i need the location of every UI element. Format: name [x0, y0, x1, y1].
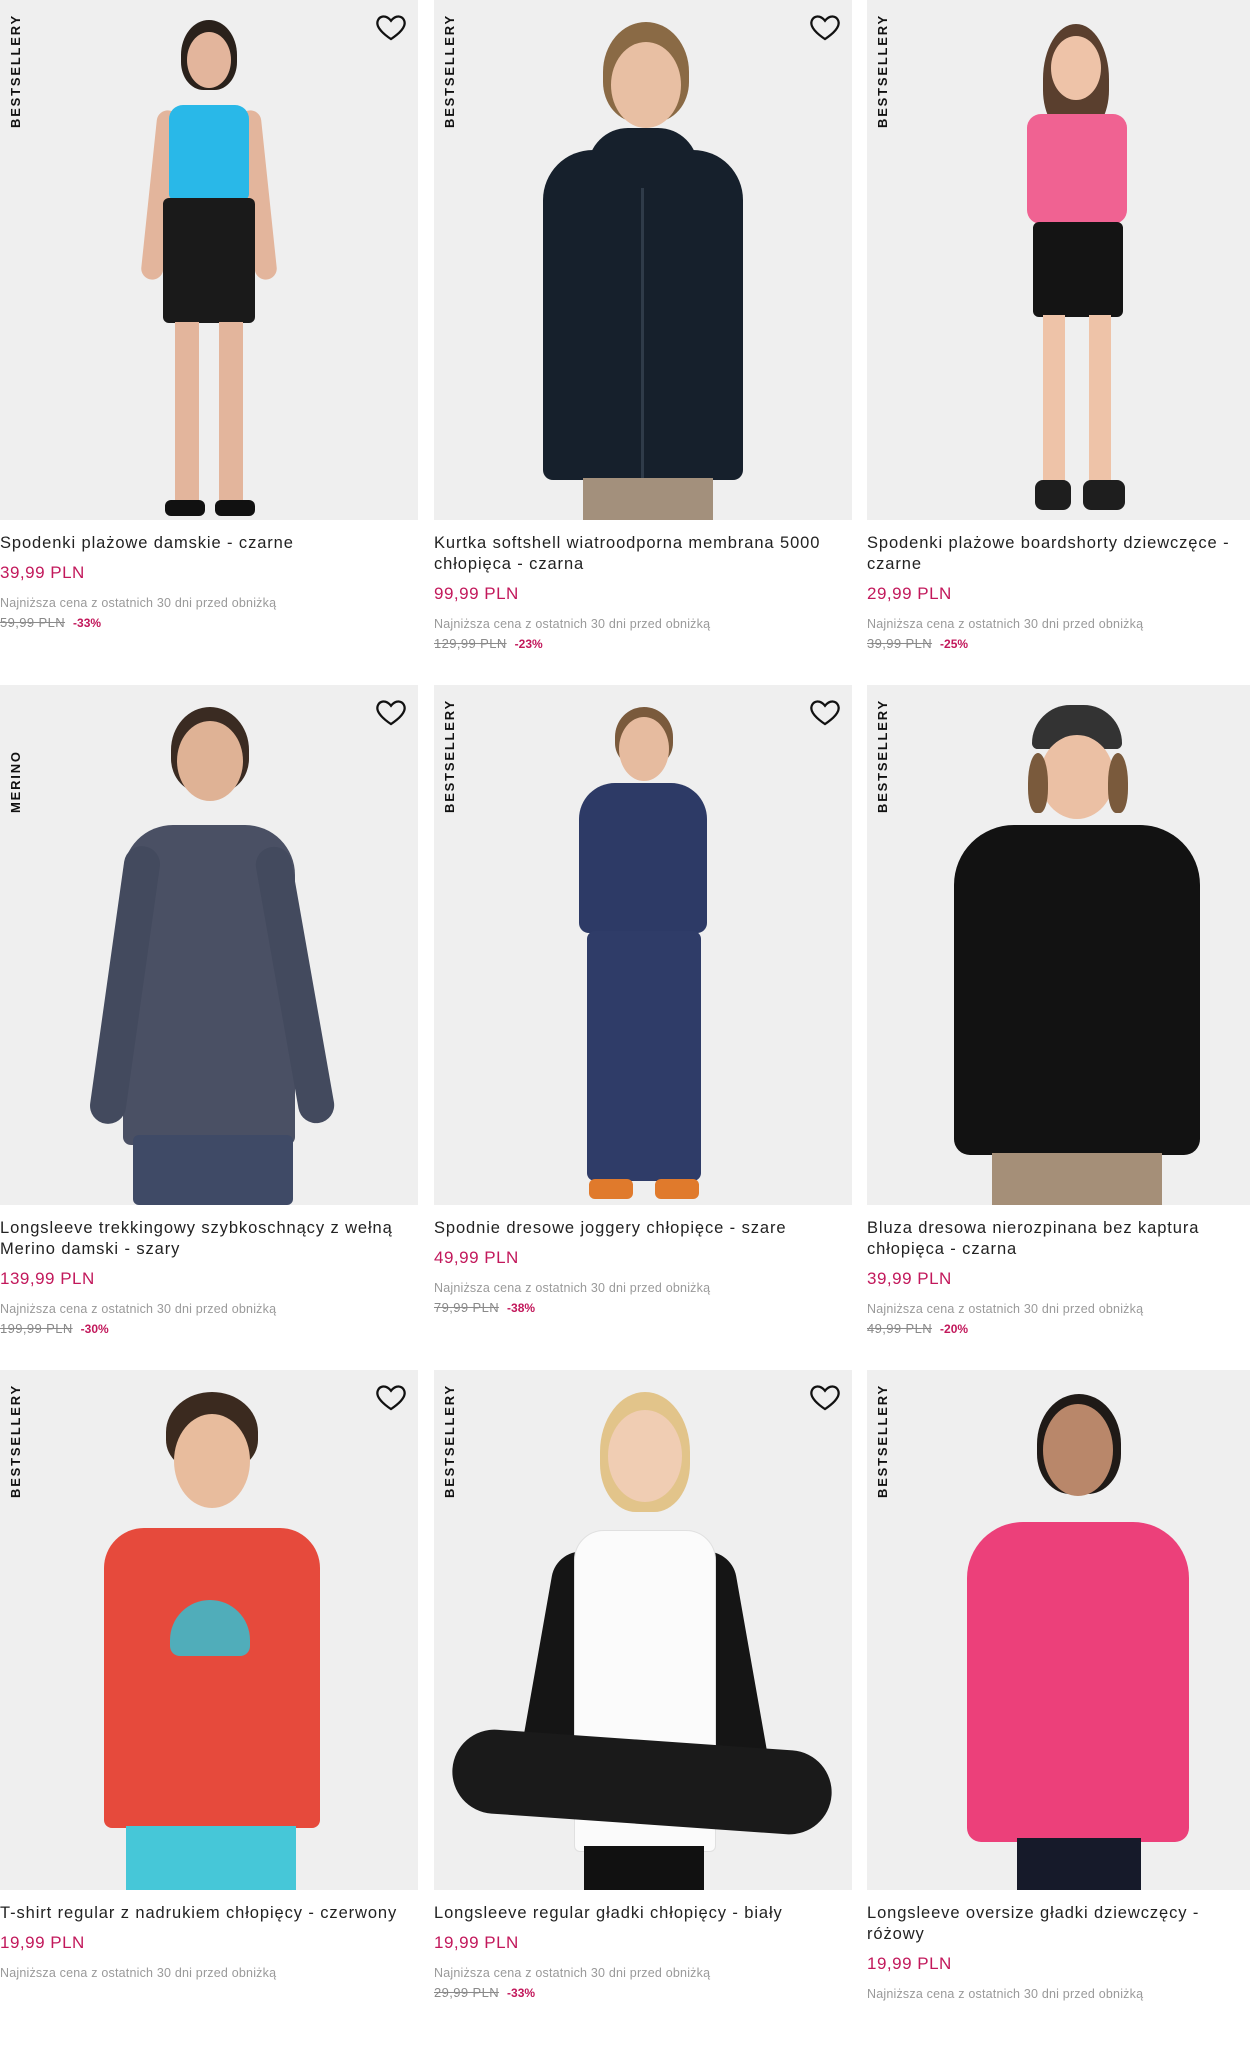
lowest-price-label: Najniższa cena z ostatnich 30 dni przed …	[0, 596, 277, 610]
lowest-price-label: Najniższa cena z ostatnich 30 dni przed …	[434, 617, 711, 631]
product-info: Longsleeve oversize gładki dziewczęcy - …	[867, 1903, 1250, 2001]
old-price: 49,99 PLN	[867, 1321, 933, 1336]
old-price-row: 199,99 PLN -30%	[0, 1321, 418, 1336]
product-card[interactable]: BESTSELLERY Kurtka softshell wiatroodpor…	[434, 0, 852, 680]
product-badge: BESTSELLERY	[875, 14, 890, 128]
product-price: 99,99 PLN	[434, 584, 519, 603]
discount-badge: -30%	[80, 1322, 109, 1336]
product-price: 49,99 PLN	[434, 1248, 519, 1267]
product-card[interactable]: BESTSELLERY T-shirt regular z nadrukiem …	[0, 1370, 418, 2050]
product-card[interactable]: BESTSELLERY Spodenki plażowe boardshorty…	[867, 0, 1250, 680]
product-info: Spodnie dresowe joggery chłopięce - szar…	[434, 1218, 852, 1315]
product-price: 29,99 PLN	[867, 584, 952, 603]
product-photo-model	[434, 1380, 852, 1890]
lowest-price-label: Najniższa cena z ostatnich 30 dni przed …	[434, 1281, 711, 1295]
product-image[interactable]: BESTSELLERY	[0, 0, 418, 520]
product-name[interactable]: Spodenki plażowe damskie - czarne	[0, 533, 418, 554]
product-image[interactable]: BESTSELLERY	[867, 685, 1250, 1205]
product-name[interactable]: Spodnie dresowe joggery chłopięce - szar…	[434, 1218, 852, 1239]
product-badge: BESTSELLERY	[442, 699, 457, 813]
discount-badge: -23%	[514, 637, 543, 651]
product-badge: MERINO	[8, 750, 23, 813]
old-price: 59,99 PLN	[0, 615, 66, 630]
product-photo-model	[977, 10, 1177, 520]
product-image[interactable]: BESTSELLERY	[0, 1370, 418, 1890]
old-price-row: 39,99 PLN -25%	[867, 636, 1250, 651]
product-name[interactable]: T-shirt regular z nadrukiem chłopięcy - …	[0, 1903, 418, 1924]
product-card[interactable]: BESTSELLERY Longsleeve regular gładki ch…	[434, 1370, 852, 2050]
product-badge: BESTSELLERY	[8, 14, 23, 128]
discount-badge: -33%	[507, 1986, 536, 2000]
discount-badge: -38%	[507, 1301, 536, 1315]
discount-badge: -20%	[940, 1322, 969, 1336]
product-grid: BESTSELLERY Spodenki plażowe damskie - c…	[0, 0, 1250, 2014]
old-price: 29,99 PLN	[434, 1985, 500, 2000]
product-card[interactable]: BESTSELLERY Spodnie dresowe joggery chło…	[434, 685, 852, 1365]
product-info: Spodenki plażowe boardshorty dziewczęce …	[867, 533, 1250, 651]
old-price-row: 129,99 PLN -23%	[434, 636, 852, 651]
product-price: 139,99 PLN	[0, 1269, 95, 1288]
lowest-price-label: Najniższa cena z ostatnich 30 dni przed …	[0, 1302, 277, 1316]
product-image[interactable]: BESTSELLERY	[434, 0, 852, 520]
product-name[interactable]: Longsleeve trekkingowy szybkoschnący z w…	[0, 1218, 418, 1260]
product-photo-model	[493, 10, 793, 520]
product-info: Kurtka softshell wiatroodporna membrana …	[434, 533, 852, 651]
product-photo-model	[74, 1380, 344, 1890]
product-info: Longsleeve regular gładki chłopięcy - bi…	[434, 1903, 852, 2000]
product-photo-model	[543, 695, 743, 1205]
old-price-row: 49,99 PLN -20%	[867, 1321, 1250, 1336]
product-name[interactable]: Longsleeve oversize gładki dziewczęcy - …	[867, 1903, 1250, 1945]
product-image[interactable]: MERINO	[0, 685, 418, 1205]
old-price: 129,99 PLN	[434, 636, 507, 651]
lowest-price-label: Najniższa cena z ostatnich 30 dni przed …	[867, 617, 1144, 631]
product-image[interactable]: BESTSELLERY	[434, 685, 852, 1205]
old-price-row: 59,99 PLN -33%	[0, 615, 418, 630]
product-price: 19,99 PLN	[0, 1933, 85, 1952]
product-badge: BESTSELLERY	[875, 1384, 890, 1498]
product-card[interactable]: BESTSELLERY Bluza dresowa nierozpinana b…	[867, 685, 1250, 1365]
product-photo-model	[932, 695, 1222, 1205]
old-price-row: 29,99 PLN -33%	[434, 1985, 852, 2000]
product-price: 19,99 PLN	[434, 1933, 519, 1952]
product-info: Bluza dresowa nierozpinana bez kaptura c…	[867, 1218, 1250, 1336]
wishlist-heart-icon[interactable]	[808, 10, 842, 44]
product-name[interactable]: Spodenki plażowe boardshorty dziewczęce …	[867, 533, 1250, 575]
old-price: 79,99 PLN	[434, 1300, 500, 1315]
lowest-price-label: Najniższa cena z ostatnich 30 dni przed …	[0, 1966, 277, 1980]
old-price: 199,99 PLN	[0, 1321, 73, 1336]
product-photo-model	[947, 1380, 1207, 1890]
product-name[interactable]: Bluza dresowa nierozpinana bez kaptura c…	[867, 1218, 1250, 1260]
wishlist-heart-icon[interactable]	[808, 695, 842, 729]
product-info: Longsleeve trekkingowy szybkoschnący z w…	[0, 1218, 418, 1336]
discount-badge: -33%	[73, 616, 102, 630]
product-badge: BESTSELLERY	[875, 699, 890, 813]
product-info: Spodenki plażowe damskie - czarne 39,99 …	[0, 533, 418, 630]
old-price: 39,99 PLN	[867, 636, 933, 651]
product-info: T-shirt regular z nadrukiem chłopięcy - …	[0, 1903, 418, 1980]
product-card[interactable]: BESTSELLERY Longsleeve oversize gładki d…	[867, 1370, 1250, 2050]
product-card[interactable]: BESTSELLERY Spodenki plażowe damskie - c…	[0, 0, 418, 680]
wishlist-heart-icon[interactable]	[374, 695, 408, 729]
product-name[interactable]: Longsleeve regular gładki chłopięcy - bi…	[434, 1903, 852, 1924]
product-name[interactable]: Kurtka softshell wiatroodporna membrana …	[434, 533, 852, 575]
product-image[interactable]: BESTSELLERY	[867, 0, 1250, 520]
lowest-price-label: Najniższa cena z ostatnich 30 dni przed …	[867, 1302, 1144, 1316]
lowest-price-label: Najniższa cena z ostatnich 30 dni przed …	[434, 1966, 711, 1980]
discount-badge: -25%	[940, 637, 969, 651]
wishlist-heart-icon[interactable]	[374, 1380, 408, 1414]
product-badge: BESTSELLERY	[8, 1384, 23, 1498]
product-card[interactable]: MERINO Longsleeve trekkingowy szybkoschn…	[0, 685, 418, 1365]
product-image[interactable]: BESTSELLERY	[867, 1370, 1250, 1890]
wishlist-heart-icon[interactable]	[374, 10, 408, 44]
product-image[interactable]: BESTSELLERY	[434, 1370, 852, 1890]
product-photo-model	[109, 10, 309, 520]
product-price: 19,99 PLN	[867, 1954, 952, 1973]
lowest-price-label: Najniższa cena z ostatnich 30 dni przed …	[867, 1987, 1144, 2001]
product-photo-model	[59, 695, 359, 1205]
product-badge: BESTSELLERY	[442, 14, 457, 128]
old-price-row: 79,99 PLN -38%	[434, 1300, 852, 1315]
product-price: 39,99 PLN	[867, 1269, 952, 1288]
product-price: 39,99 PLN	[0, 563, 85, 582]
